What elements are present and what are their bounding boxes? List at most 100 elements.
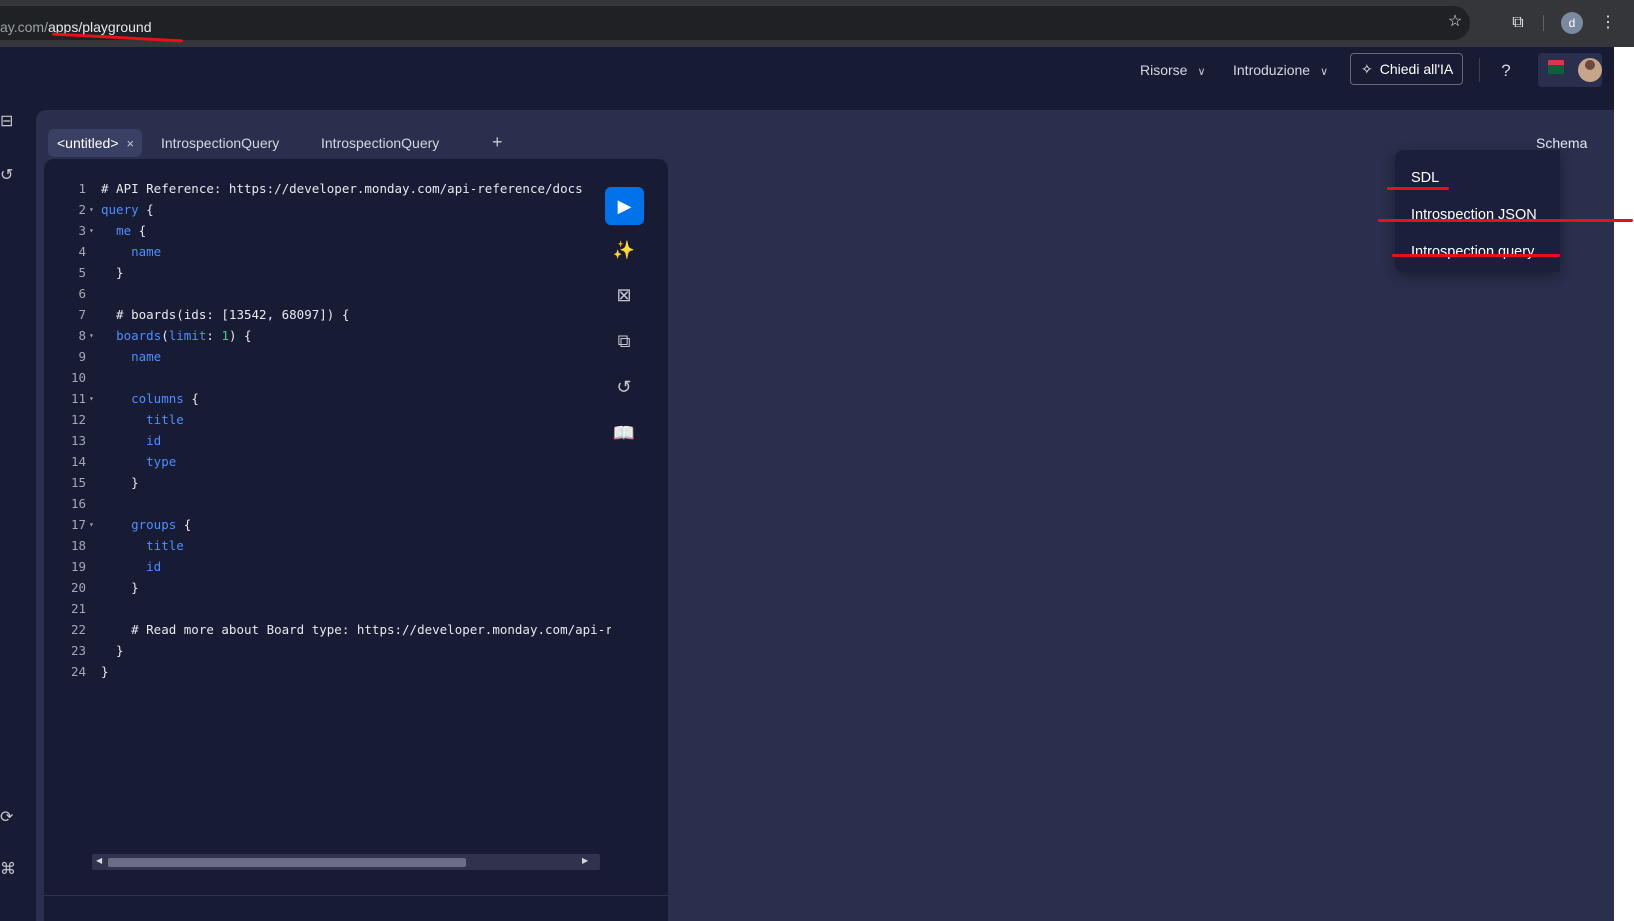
- refetch-schema-icon[interactable]: ⟳: [0, 808, 16, 828]
- code-token: :: [206, 328, 222, 343]
- help-icon[interactable]: ?: [1494, 47, 1518, 94]
- code-line[interactable]: 11 ▾ columns {: [62, 388, 592, 409]
- tab-introspection-query-2[interactable]: IntrospectionQuery: [321, 129, 439, 157]
- merge-fragments-icon[interactable]: ⊠: [611, 282, 637, 308]
- horizontal-scrollbar[interactable]: ◀ ▶: [92, 854, 600, 870]
- docs-icon[interactable]: 📖: [611, 420, 637, 446]
- line-number: 22: [70, 622, 86, 637]
- scroll-left-icon[interactable]: ◀: [96, 856, 102, 865]
- line-number: 5: [78, 265, 86, 280]
- tab-untitled[interactable]: <untitled> ×: [48, 129, 143, 157]
- code-line[interactable]: 20 }: [62, 577, 592, 598]
- nav-risorse[interactable]: Risorse ∨: [1140, 47, 1206, 94]
- close-icon[interactable]: ×: [127, 136, 135, 151]
- ask-ai-label: Chiedi all'IA: [1379, 61, 1454, 77]
- code-token: ) {: [228, 328, 252, 343]
- prettify-icon[interactable]: ✨: [611, 237, 637, 263]
- explorer-icon[interactable]: ⊟: [0, 112, 16, 132]
- code-line[interactable]: 12 title: [62, 409, 592, 430]
- code-line[interactable]: 4 name: [62, 241, 592, 262]
- profile-icon[interactable]: d: [1561, 12, 1583, 34]
- star-icon[interactable]: ☆: [1443, 10, 1467, 34]
- fold-icon[interactable]: ▾: [89, 220, 94, 241]
- kebab-menu-icon[interactable]: ⋮: [1596, 11, 1620, 35]
- line-number: 17: [70, 517, 86, 532]
- fold-icon[interactable]: ▾: [89, 514, 94, 535]
- tab-label: IntrospectionQuery: [161, 135, 280, 151]
- code-line[interactable]: 22 # Read more about Board type: https:/…: [62, 619, 611, 640]
- code-text: }: [101, 577, 611, 598]
- nav-introduzione-label: Introduzione: [1233, 62, 1311, 78]
- code-line[interactable]: 13 id: [62, 430, 592, 451]
- code-line[interactable]: 15 }: [62, 472, 592, 493]
- line-number: 2: [78, 202, 86, 217]
- address-bar[interactable]: ay.com/apps/playground ☆: [0, 6, 1470, 40]
- code-token: # Read more about Board type: https://de…: [131, 622, 611, 637]
- nav-introduzione[interactable]: Introduzione ∨: [1233, 47, 1328, 94]
- code-line[interactable]: 10: [62, 367, 592, 388]
- code-line[interactable]: 1 # API Reference: https://developer.mond…: [62, 178, 592, 199]
- url-text[interactable]: ay.com/apps/playground: [0, 19, 152, 35]
- code-line[interactable]: 18 title: [62, 535, 592, 556]
- ask-ai-button[interactable]: ✧ Chiedi all'IA: [1350, 53, 1464, 85]
- code-lines[interactable]: 1 # API Reference: https://developer.mond…: [62, 178, 611, 682]
- code-line[interactable]: 2 ▾ query {: [62, 199, 592, 220]
- menu-item-introspection-json[interactable]: Introspection JSON: [1411, 201, 1537, 229]
- line-number: 21: [70, 601, 86, 616]
- header-divider: [1479, 58, 1480, 82]
- scroll-right-icon[interactable]: ▶: [582, 856, 588, 865]
- code-token: name: [131, 244, 162, 259]
- url-domain: ay.com/: [0, 19, 48, 35]
- history-icon[interactable]: ↺: [0, 166, 16, 186]
- code-line[interactable]: 14 type: [62, 451, 592, 472]
- line-number: 8: [78, 328, 86, 343]
- code-text: id: [101, 556, 611, 577]
- tab-introspection-query-1[interactable]: IntrospectionQuery: [161, 129, 279, 157]
- code-text: }: [101, 262, 611, 283]
- fold-icon[interactable]: ▾: [89, 199, 94, 220]
- code-token: title: [146, 412, 184, 427]
- fold-icon[interactable]: ▾: [89, 388, 94, 409]
- app-header: Risorse ∨ Introduzione ∨ ✧ Chiedi all'IA ?: [0, 47, 1614, 94]
- code-text: type: [101, 451, 611, 472]
- extensions-icon[interactable]: ⧉: [1506, 11, 1530, 35]
- code-line[interactable]: 3 ▾ me {: [62, 220, 592, 241]
- code-line[interactable]: 17 ▾ groups {: [62, 514, 592, 535]
- code-line[interactable]: 19 id: [62, 556, 592, 577]
- line-number: 20: [70, 580, 86, 595]
- code-text: title: [101, 409, 611, 430]
- flag-icon: [1548, 60, 1564, 74]
- line-number: 7: [78, 307, 86, 322]
- scrollbar-thumb[interactable]: [108, 858, 466, 867]
- code-text: query {: [101, 199, 611, 220]
- code-line[interactable]: 24}: [62, 661, 592, 682]
- menu-item-introspection-query[interactable]: Introspection query: [1411, 238, 1534, 266]
- query-editor[interactable]: 1 # API Reference: https://developer.mond…: [44, 159, 668, 921]
- code-line[interactable]: 9 name: [62, 346, 592, 367]
- code-line[interactable]: 7 # boards(ids: [13542, 68097]) {: [62, 304, 592, 325]
- code-line[interactable]: 5 }: [62, 262, 592, 283]
- account-menu[interactable]: [1538, 53, 1602, 87]
- code-token: type: [146, 454, 177, 469]
- shortcuts-icon[interactable]: ⌘: [0, 860, 16, 880]
- code-line[interactable]: 21: [62, 598, 592, 619]
- copy-icon[interactable]: ⧉: [611, 328, 637, 354]
- fold-icon[interactable]: ▾: [89, 325, 94, 346]
- code-text: name: [101, 346, 611, 367]
- run-query-button[interactable]: ▶: [605, 187, 644, 225]
- code-line[interactable]: 8 ▾ boards(limit: 1) {: [62, 325, 592, 346]
- code-line[interactable]: 23 }: [62, 640, 592, 661]
- line-number: 24: [70, 664, 86, 679]
- code-line[interactable]: 6: [62, 283, 592, 304]
- code-token: me: [116, 223, 132, 238]
- code-text: # Read more about Board type: https://de…: [101, 619, 611, 640]
- history-icon[interactable]: ↺: [611, 374, 637, 400]
- line-number: 16: [70, 496, 86, 511]
- code-line[interactable]: 16: [62, 493, 592, 514]
- add-tab-button[interactable]: +: [492, 128, 503, 156]
- chevron-down-icon: ∨: [1320, 66, 1329, 78]
